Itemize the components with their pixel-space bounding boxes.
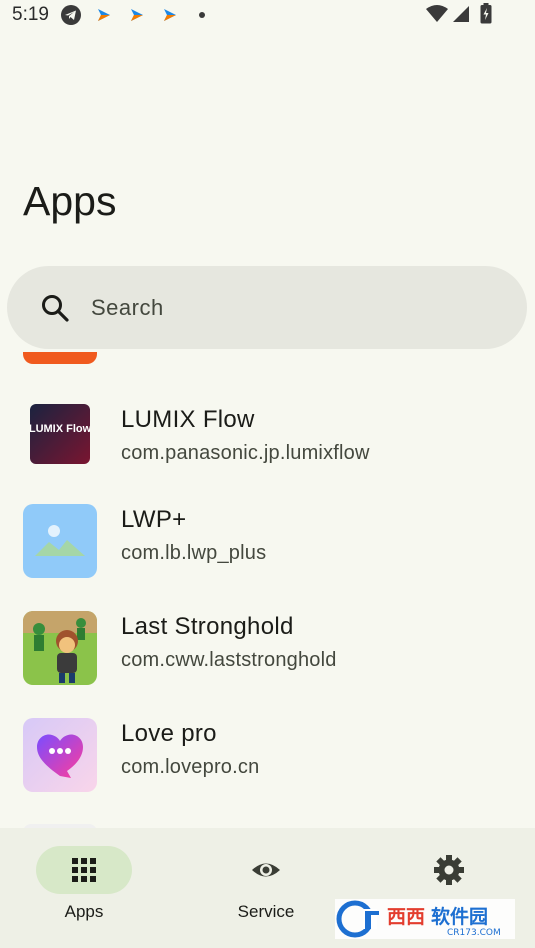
app-name: Last Stronghold bbox=[121, 613, 294, 640]
list-item[interactable]: LWP+ com.lb.lwp_plus bbox=[0, 504, 535, 604]
love-pro-icon bbox=[23, 718, 97, 792]
signal-icon bbox=[453, 6, 469, 22]
notification-icon bbox=[98, 9, 110, 21]
wifi-icon bbox=[426, 5, 448, 22]
notification-icon bbox=[164, 9, 176, 21]
app-name: Love pro bbox=[121, 720, 217, 747]
page-title: Apps bbox=[23, 178, 117, 224]
app-name: LUMIX Flow bbox=[121, 406, 255, 433]
dot-icon bbox=[199, 12, 205, 18]
app-package: com.cww.laststronghold bbox=[121, 649, 337, 671]
app-icon-partial bbox=[23, 352, 97, 364]
app-name: LWP+ bbox=[121, 506, 187, 533]
notification-icon bbox=[131, 9, 143, 21]
list-item[interactable]: LUMIX Flow LUMIX Flow com.panasonic.jp.l… bbox=[0, 404, 535, 504]
telegram-icon bbox=[61, 5, 81, 25]
app-package: com.panasonic.jp.lumixflow bbox=[121, 442, 370, 464]
nav-label-apps: Apps bbox=[64, 902, 104, 921]
nav-item-service[interactable]: Service bbox=[218, 846, 338, 936]
app-list[interactable]: LUMIX Flow LUMIX Flow com.panasonic.jp.l… bbox=[0, 352, 535, 828]
svg-text:LUMIX Flow: LUMIX Flow bbox=[30, 423, 90, 435]
svg-text:软件园: 软件园 bbox=[431, 905, 488, 928]
watermark-logo: 西西 软件园 CR173.COM bbox=[335, 899, 515, 939]
gear-icon bbox=[434, 855, 464, 885]
lumix-flow-icon: LUMIX Flow bbox=[30, 404, 90, 464]
status-bar: 5:19 bbox=[0, 0, 535, 30]
battery-icon bbox=[480, 3, 492, 24]
search-icon[interactable] bbox=[40, 293, 70, 323]
svg-text:西西: 西西 bbox=[387, 906, 425, 928]
last-stronghold-icon bbox=[23, 611, 97, 685]
search-input[interactable] bbox=[91, 288, 491, 328]
grid-icon bbox=[72, 858, 96, 882]
status-time: 5:19 bbox=[12, 4, 49, 25]
nav-label-service: Service bbox=[237, 902, 295, 921]
search-bar[interactable] bbox=[7, 266, 527, 349]
nav-item-apps[interactable]: Apps bbox=[36, 846, 156, 936]
list-item[interactable]: Love pro com.lovepro.cn bbox=[0, 718, 535, 818]
list-item[interactable]: Last Stronghold com.cww.laststronghold bbox=[0, 611, 535, 711]
svg-text:CR173.COM: CR173.COM bbox=[447, 928, 501, 938]
image-placeholder-icon bbox=[23, 504, 97, 578]
app-package: com.lovepro.cn bbox=[121, 756, 260, 778]
eye-icon bbox=[252, 863, 280, 877]
app-package: com.lb.lwp_plus bbox=[121, 542, 267, 564]
